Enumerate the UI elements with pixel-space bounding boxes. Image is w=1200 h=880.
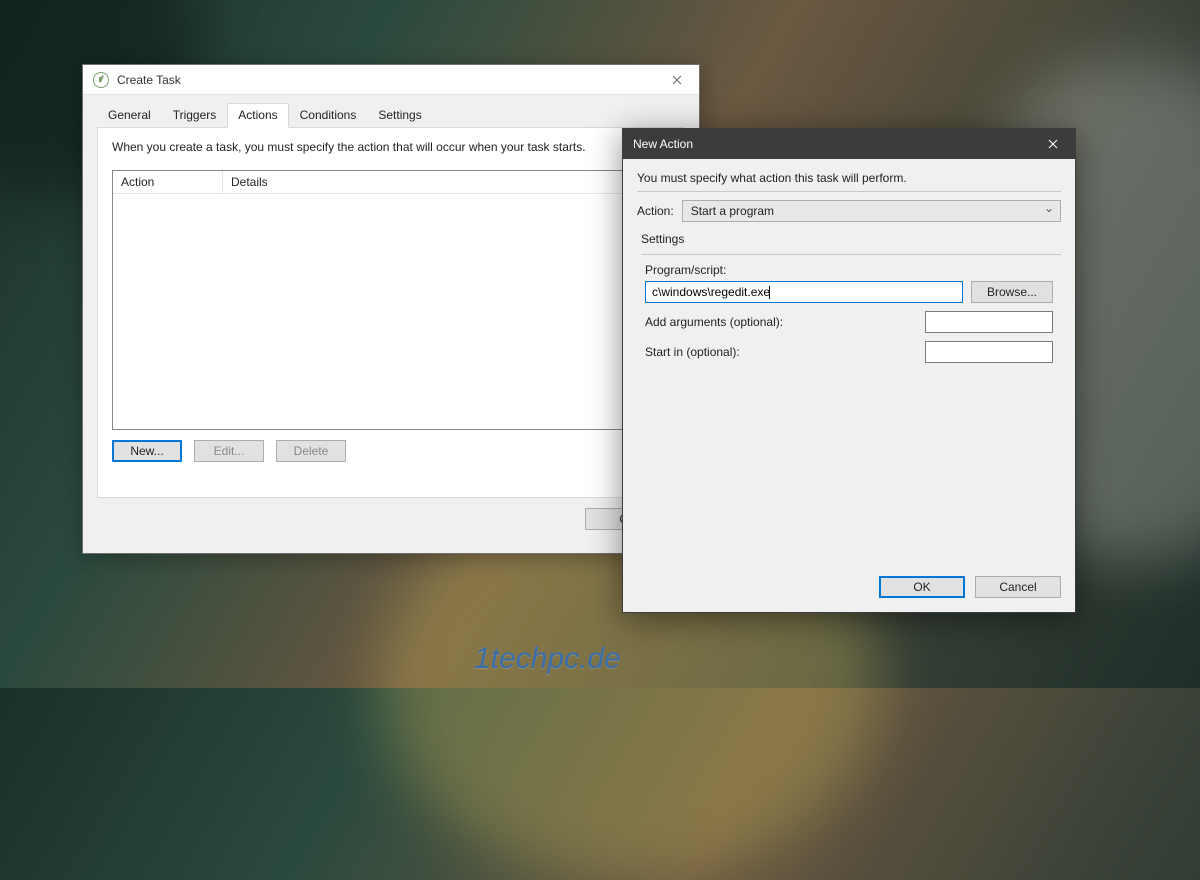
edit-button[interactable]: Edit... (194, 440, 264, 462)
actions-list-header: Action Details (113, 171, 669, 194)
program-label: Program/script: (645, 263, 1061, 277)
action-select-value: Start a program (691, 204, 774, 218)
divider (641, 254, 1061, 255)
actions-list[interactable]: Action Details (112, 170, 670, 430)
browse-button[interactable]: Browse... (971, 281, 1053, 303)
close-icon (672, 75, 682, 85)
divider (637, 191, 1061, 192)
program-input[interactable]: c\windows\regedit.exe (645, 281, 963, 303)
new-button[interactable]: New... (112, 440, 182, 462)
new-action-titlebar[interactable]: New Action (623, 129, 1075, 159)
close-icon (1048, 139, 1058, 149)
tabs: General Triggers Actions Conditions Sett… (97, 96, 685, 128)
start-in-input[interactable] (925, 341, 1053, 363)
program-value: c\windows\regedit.exe (652, 285, 770, 299)
ok-button[interactable]: OK (879, 576, 965, 598)
watermark: 1techpc.de (474, 642, 621, 676)
new-action-hint: You must specify what action this task w… (637, 171, 1061, 185)
create-task-window: Create Task General Triggers Actions Con… (82, 64, 700, 554)
create-task-titlebar[interactable]: Create Task (83, 65, 699, 95)
arguments-label: Add arguments (optional): (645, 315, 925, 329)
tab-actions[interactable]: Actions (227, 103, 288, 128)
settings-label: Settings (641, 232, 1061, 246)
actions-description: When you create a task, you must specify… (112, 140, 670, 154)
start-in-label: Start in (optional): (645, 345, 925, 359)
col-details[interactable]: Details (223, 171, 669, 193)
action-select[interactable]: Start a program (682, 200, 1061, 222)
action-label: Action: (637, 204, 674, 218)
arguments-input[interactable] (925, 311, 1053, 333)
create-task-title: Create Task (117, 73, 181, 87)
col-action[interactable]: Action (113, 171, 223, 193)
tab-settings[interactable]: Settings (367, 103, 432, 128)
tab-conditions[interactable]: Conditions (289, 103, 368, 128)
new-action-title: New Action (633, 137, 693, 151)
scheduler-icon (93, 72, 109, 88)
cancel-button[interactable]: Cancel (975, 576, 1061, 598)
text-caret (769, 286, 770, 299)
delete-button[interactable]: Delete (276, 440, 346, 462)
close-button[interactable] (1030, 129, 1075, 159)
tab-general[interactable]: General (97, 103, 162, 128)
close-button[interactable] (654, 65, 699, 95)
actions-pane: When you create a task, you must specify… (97, 128, 685, 498)
new-action-dialog: New Action You must specify what action … (622, 128, 1076, 613)
tab-triggers[interactable]: Triggers (162, 103, 228, 128)
